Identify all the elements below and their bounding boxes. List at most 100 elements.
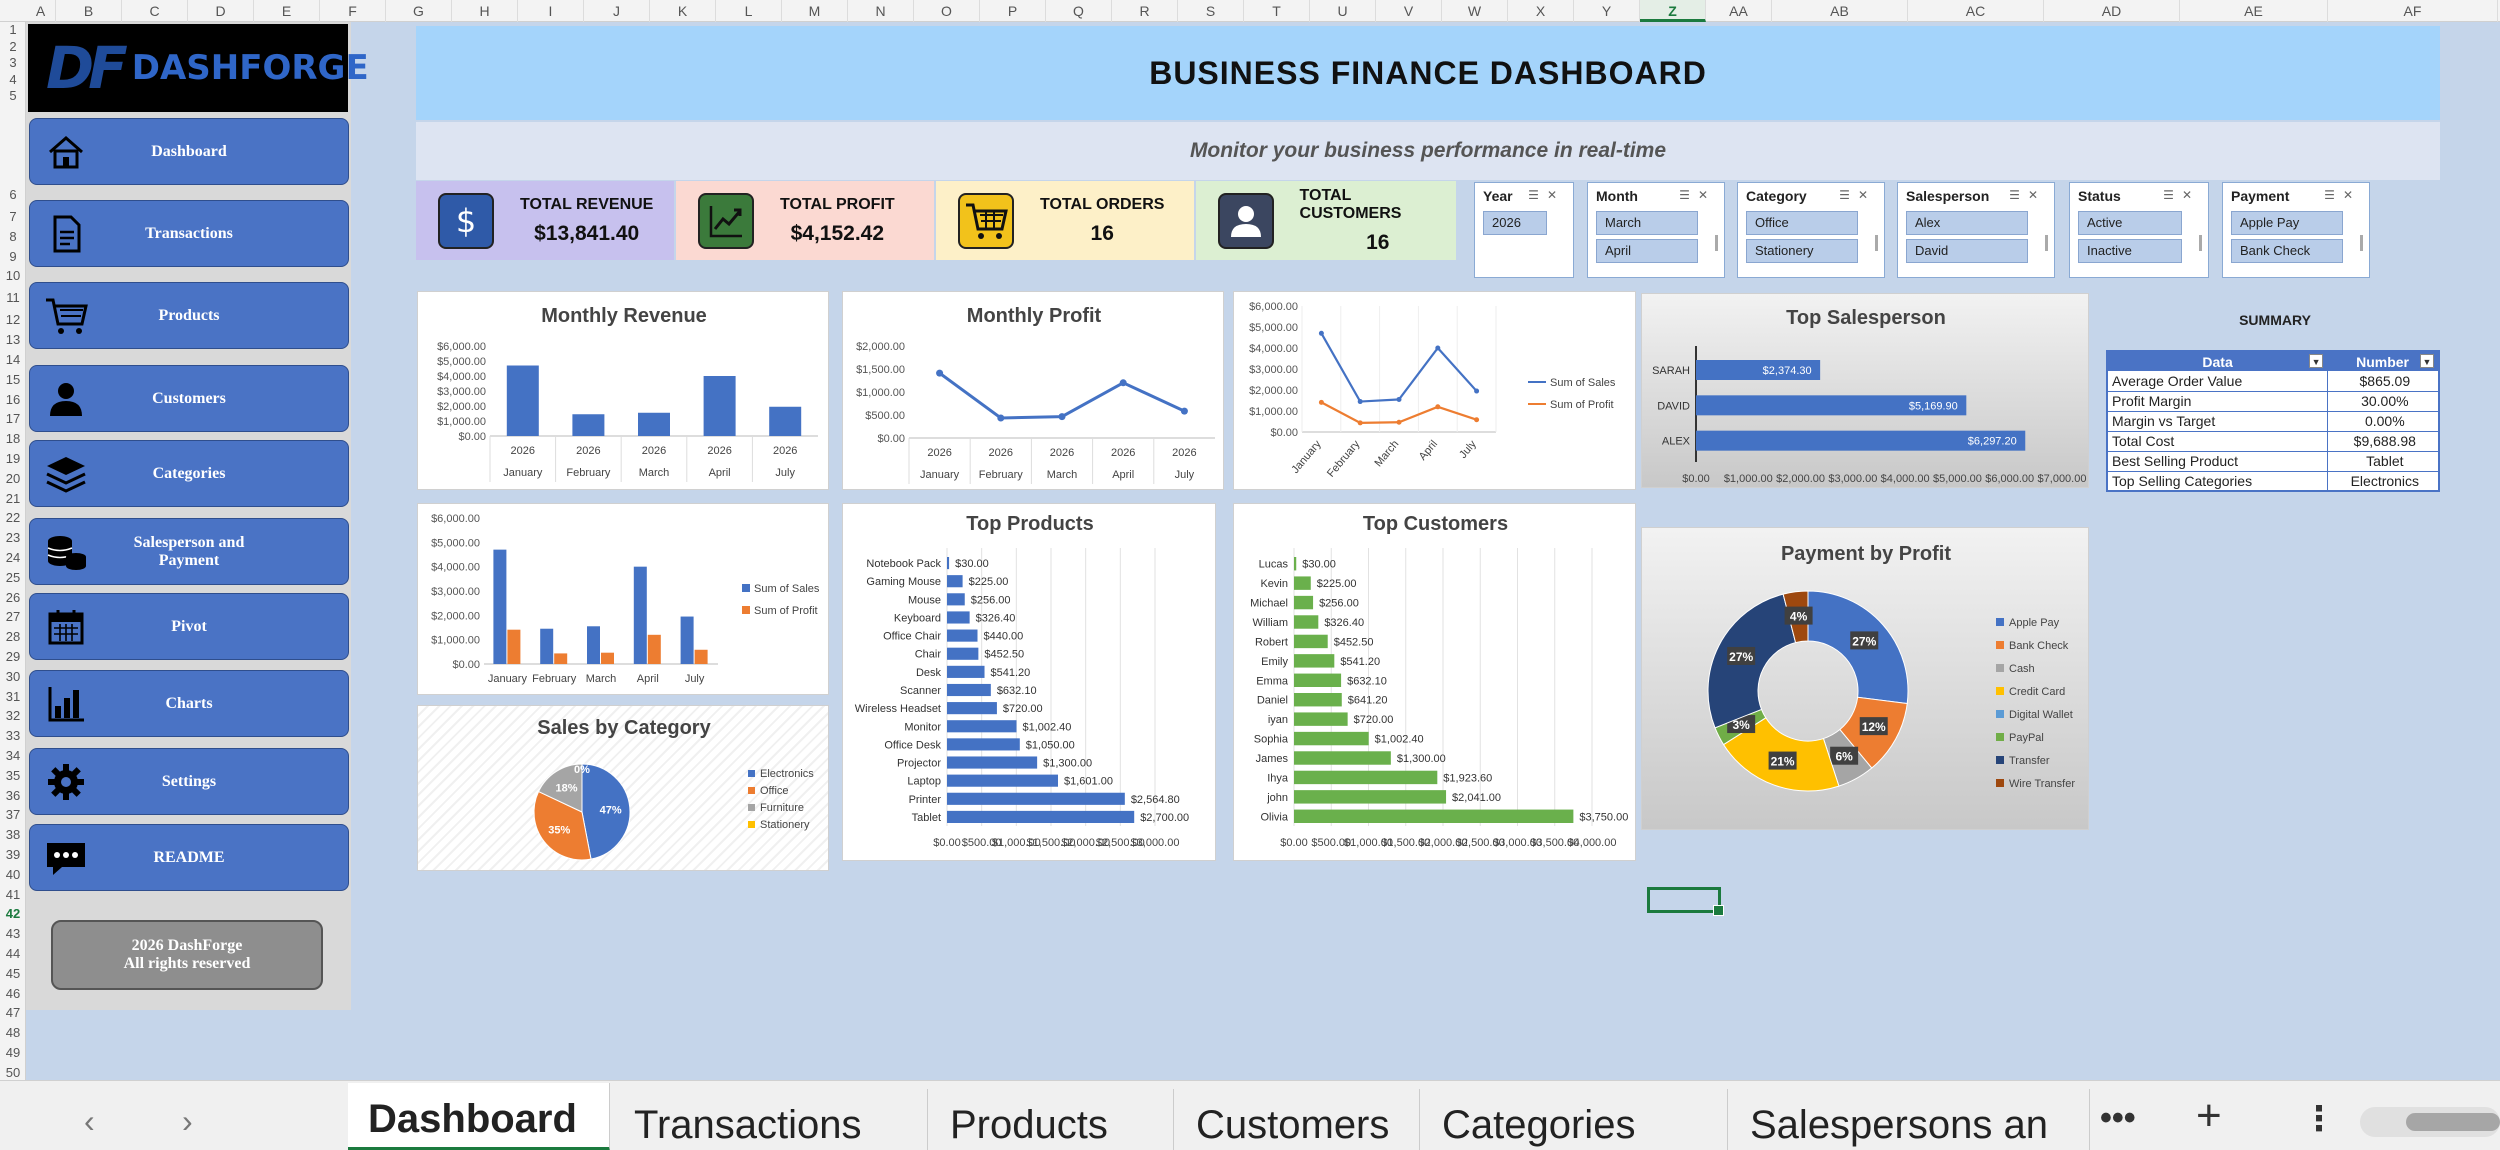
prev-sheet-icon[interactable]: ‹ (84, 1103, 95, 1140)
row-header-16[interactable]: 16 (0, 392, 26, 407)
column-header-aa[interactable]: AA (1706, 0, 1772, 22)
row-header-21[interactable]: 21 (0, 491, 26, 506)
row-header-28[interactable]: 28 (0, 629, 26, 644)
column-header-i[interactable]: I (518, 0, 584, 22)
row-header-2[interactable]: 2 (0, 39, 26, 54)
filter-dropdown-icon[interactable]: ▼ (2309, 354, 2324, 368)
column-header-f[interactable]: F (320, 0, 386, 22)
clear-filter-icon[interactable]: ✕ (2343, 188, 2361, 202)
multi-select-icon[interactable]: ☰ (1679, 188, 1698, 202)
slicer-item[interactable]: Bank Check (2231, 239, 2343, 263)
slicer-scrollbar[interactable] (1875, 235, 1878, 251)
top-salesperson-card[interactable]: Top Salesperson SARAH $2,374.30 DAVID $5,169… (1641, 293, 2089, 488)
more-sheets-icon[interactable]: ••• (2100, 1099, 2136, 1138)
summary-header-data[interactable]: Data ▼ (2107, 351, 2328, 371)
row-header-33[interactable]: 33 (0, 728, 26, 743)
slicer-month[interactable]: Month ☰✕ March April (1587, 182, 1725, 278)
column-header-z[interactable]: Z (1640, 0, 1706, 22)
column-header-ac[interactable]: AC (1908, 0, 2044, 22)
row-header-49[interactable]: 49 (0, 1045, 26, 1060)
column-header-c[interactable]: C (122, 0, 188, 22)
top-products-card[interactable]: Top Products $0.00 $500.00 $1,000.00 $1,500.… (842, 503, 1216, 861)
row-header-4[interactable]: 4 (0, 72, 26, 87)
summary-header-number[interactable]: Number ▼ (2327, 351, 2439, 371)
sheet-tab-dashboard[interactable]: Dashboard (348, 1083, 610, 1150)
sheet-tab-customers[interactable]: Customers (1176, 1089, 1420, 1150)
next-sheet-icon[interactable]: › (182, 1103, 193, 1140)
sheet-tab-categories[interactable]: Categories (1422, 1089, 1728, 1150)
slicer-item[interactable]: Office (1746, 211, 1858, 235)
row-header-29[interactable]: 29 (0, 649, 26, 664)
slicer-scrollbar[interactable] (1715, 235, 1718, 251)
row-header-19[interactable]: 19 (0, 451, 26, 466)
column-header-t[interactable]: T (1244, 0, 1310, 22)
row-header-43[interactable]: 43 (0, 926, 26, 941)
slicer-scrollbar[interactable] (2199, 235, 2202, 251)
horizontal-scrollbar[interactable] (2360, 1107, 2500, 1137)
row-header-20[interactable]: 20 (0, 471, 26, 486)
column-header-y[interactable]: Y (1574, 0, 1640, 22)
row-header-11[interactable]: 11 (0, 290, 26, 305)
slicer-item[interactable]: Stationery (1746, 239, 1858, 263)
row-header-9[interactable]: 9 (0, 249, 26, 264)
row-header-5[interactable]: 5 (0, 88, 26, 103)
nav-button-readme[interactable]: README (29, 824, 349, 891)
row-header-27[interactable]: 27 (0, 609, 26, 624)
row-header-24[interactable]: 24 (0, 550, 26, 565)
slicer-salesperson[interactable]: Salesperson ☰✕ Alex David (1897, 182, 2055, 278)
row-header-45[interactable]: 45 (0, 966, 26, 981)
column-header-ab[interactable]: AB (1772, 0, 1908, 22)
row-header-41[interactable]: 41 (0, 887, 26, 902)
selected-cell[interactable] (1647, 887, 1724, 916)
row-header-40[interactable]: 40 (0, 867, 26, 882)
column-header-p[interactable]: P (980, 0, 1046, 22)
column-header-r[interactable]: R (1112, 0, 1178, 22)
multi-select-icon[interactable]: ☰ (1528, 188, 1547, 202)
nav-button-charts[interactable]: Charts (29, 670, 349, 737)
column-header-a[interactable]: A (26, 0, 56, 22)
sales-profit-line-card[interactable]: $0.00 $1,000.00 $2,000.00 $3,000.00 $4,000.0… (1233, 291, 1636, 490)
row-header-18[interactable]: 18 (0, 431, 26, 446)
slicer-scrollbar[interactable] (2045, 235, 2048, 251)
row-header-8[interactable]: 8 (0, 229, 26, 244)
row-header-1[interactable]: 1 (0, 22, 26, 37)
top-customers-card[interactable]: Top Customers $0.00 $500.00 $1,000.00 $1,500… (1233, 503, 1636, 861)
nav-button-transactions[interactable]: Transactions (29, 200, 349, 267)
row-header-13[interactable]: 13 (0, 332, 26, 347)
sheet-tab-salespersons-an[interactable]: Salespersons an (1730, 1089, 2090, 1150)
slicer-item[interactable]: Alex (1906, 211, 2028, 235)
row-header-22[interactable]: 22 (0, 510, 26, 525)
row-header-39[interactable]: 39 (0, 847, 26, 862)
slicer-item[interactable]: David (1906, 239, 2028, 263)
slicer-item[interactable]: 2026 (1483, 211, 1547, 235)
nav-button-settings[interactable]: Settings (29, 748, 349, 815)
column-header-b[interactable]: B (56, 0, 122, 22)
row-header-35[interactable]: 35 (0, 768, 26, 783)
slicer-scrollbar[interactable] (2360, 235, 2363, 251)
row-header-6[interactable]: 6 (0, 187, 26, 202)
row-header-34[interactable]: 34 (0, 748, 26, 763)
row-header-32[interactable]: 32 (0, 708, 26, 723)
column-header-v[interactable]: V (1376, 0, 1442, 22)
row-header-42[interactable]: 42 (0, 906, 26, 921)
row-header-7[interactable]: 7 (0, 209, 26, 224)
row-header-37[interactable]: 37 (0, 807, 26, 822)
clear-filter-icon[interactable]: ✕ (2182, 188, 2200, 202)
row-header-47[interactable]: 47 (0, 1005, 26, 1020)
column-header-ae[interactable]: AE (2180, 0, 2328, 22)
sheet-tab-transactions[interactable]: Transactions (614, 1089, 928, 1150)
nav-button-dashboard[interactable]: Dashboard (29, 118, 349, 185)
column-header-o[interactable]: O (914, 0, 980, 22)
column-header-m[interactable]: M (782, 0, 848, 22)
clear-filter-icon[interactable]: ✕ (1547, 188, 1565, 202)
row-header-30[interactable]: 30 (0, 669, 26, 684)
row-header-50[interactable]: 50 (0, 1065, 26, 1080)
payment-by-profit-card[interactable]: Payment by Profit 27% 12% 6% 21% 3% 27% 4% Apple… (1641, 527, 2089, 830)
slicer-payment[interactable]: Payment ☰✕ Apple Pay Bank Check (2222, 182, 2370, 278)
nav-button-categories[interactable]: Categories (29, 440, 349, 507)
row-header-38[interactable]: 38 (0, 827, 26, 842)
column-header-h[interactable]: H (452, 0, 518, 22)
row-header-25[interactable]: 25 (0, 570, 26, 585)
row-header-31[interactable]: 31 (0, 689, 26, 704)
clear-filter-icon[interactable]: ✕ (1858, 188, 1876, 202)
